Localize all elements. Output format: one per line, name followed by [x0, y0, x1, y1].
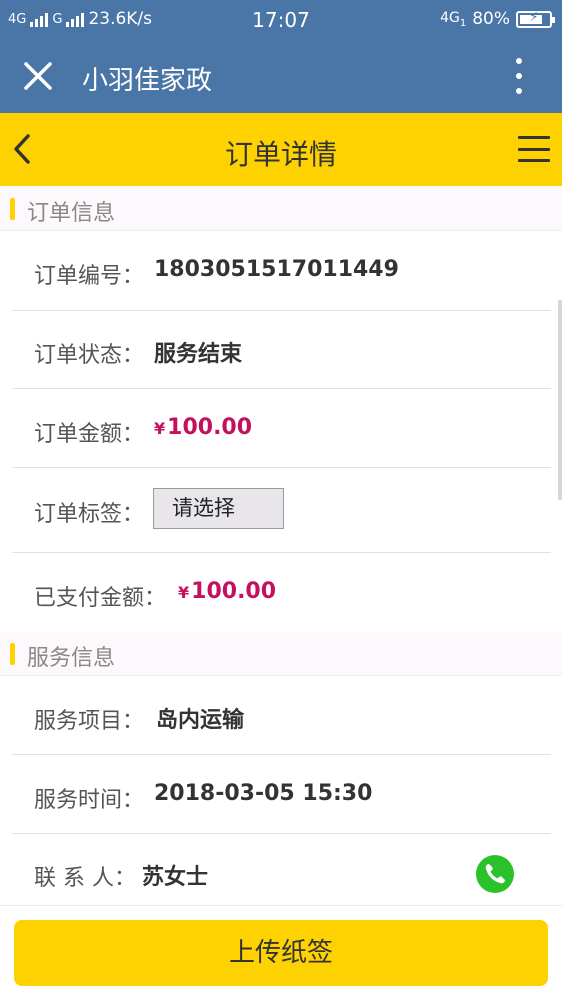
order-number-row: 订单编号： 1803051517011449	[12, 231, 551, 311]
service-item-row: 服务项目： 岛内运输	[12, 677, 551, 755]
section-title: 服务信息	[27, 646, 116, 671]
service-time-label: 服务时间：	[34, 788, 145, 813]
menu-icon[interactable]	[518, 136, 550, 162]
webview-title-bar: 小羽佳家政	[0, 40, 562, 113]
order-number-value: 1803051517011449	[154, 257, 399, 282]
page-header: 订单详情	[0, 113, 562, 186]
contact-label: 联 系 人：	[34, 866, 136, 891]
service-time-row: 服务时间： 2018-03-05 15:30	[12, 755, 551, 834]
battery-icon: ⚡	[516, 10, 555, 28]
paid-amount-label: 已支付金额：	[34, 586, 167, 611]
order-status-row: 订单状态： 服务结束	[12, 311, 551, 389]
section-order-info: 订单信息	[0, 187, 562, 231]
status-right: 4G1 80% ⚡	[440, 9, 555, 29]
upload-paper-sign-button[interactable]: 上传纸签	[14, 920, 548, 986]
order-tag-select[interactable]: 请选择	[153, 488, 284, 529]
service-item-label: 服务项目：	[34, 709, 145, 734]
service-time-value: 2018-03-05 15:30	[154, 781, 373, 806]
battery-percent: 80%	[472, 9, 510, 29]
order-number-label: 订单编号：	[34, 264, 145, 289]
order-status-value: 服务结束	[154, 342, 243, 367]
page-title: 订单详情	[224, 138, 337, 171]
order-tag-row: 订单标签： 请选择	[12, 468, 551, 553]
section-title: 订单信息	[27, 201, 116, 226]
order-amount-row: 订单金额： ¥100.00	[12, 389, 551, 468]
order-amount-value: ¥100.00	[154, 415, 253, 440]
order-amount-label: 订单金额：	[34, 422, 145, 447]
scrollbar[interactable]	[558, 300, 562, 500]
app-title: 小羽佳家政	[82, 66, 213, 96]
section-marker	[10, 643, 15, 665]
service-item-value: 岛内运输	[156, 708, 245, 733]
section-service-info: 服务信息	[0, 632, 562, 676]
section-marker	[10, 198, 15, 220]
contact-row: 联 系 人： 苏女士	[12, 834, 551, 906]
paid-amount-value: ¥100.00	[178, 579, 277, 604]
order-status-label: 订单状态：	[34, 343, 145, 368]
more-vertical-icon[interactable]	[514, 58, 524, 94]
order-tag-label: 订单标签：	[34, 502, 145, 527]
network-type-3: 4G1	[440, 9, 467, 29]
footer: 上传纸签	[0, 905, 562, 1000]
paid-amount-row: 已支付金额： ¥100.00	[12, 553, 551, 627]
phone-icon[interactable]	[476, 855, 514, 893]
status-bar: 4G G 23.6K/s 17:07 4G1 80% ⚡	[0, 0, 562, 40]
contact-value: 苏女士	[142, 865, 209, 890]
close-icon[interactable]	[22, 56, 54, 96]
